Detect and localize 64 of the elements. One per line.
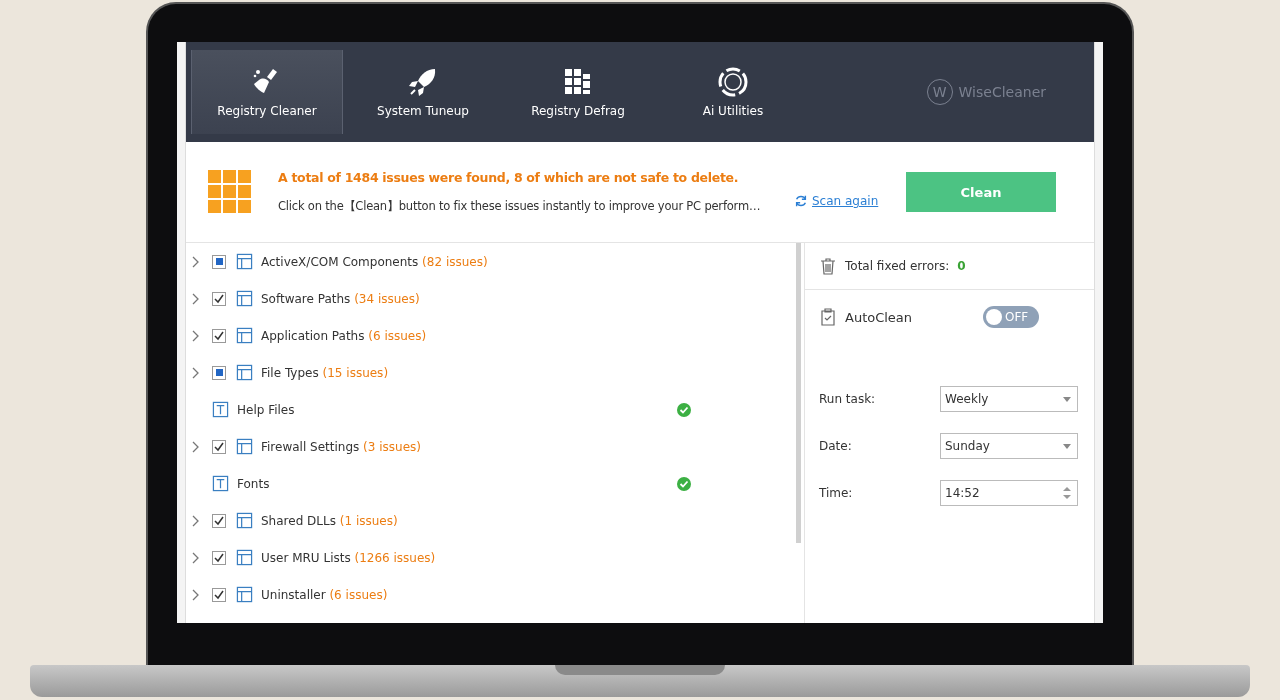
registry-item-icon bbox=[212, 475, 229, 492]
category-label: Software Paths (34 issues) bbox=[261, 291, 420, 306]
field-label: Time: bbox=[819, 486, 854, 500]
time-field[interactable]: 14:52 bbox=[940, 480, 1078, 506]
refresh-icon bbox=[794, 194, 808, 208]
clipboard-check-icon bbox=[819, 308, 837, 326]
scan-result-headline: A total of 1484 issues were found, 8 of which are not safe to delete. bbox=[278, 170, 740, 185]
expand-chevron-icon[interactable] bbox=[192, 551, 200, 564]
registry-item-icon bbox=[212, 401, 229, 418]
registry-item-icon bbox=[236, 438, 253, 455]
dropdown-field[interactable]: Sunday bbox=[940, 433, 1078, 459]
dropdown-caret-icon[interactable] bbox=[1063, 396, 1071, 402]
ai-logo-icon bbox=[717, 66, 749, 98]
expand-chevron-icon[interactable] bbox=[192, 588, 200, 601]
nav-tab[interactable]: System Tuneup bbox=[348, 42, 498, 142]
success-check-icon bbox=[677, 476, 691, 491]
expand-chevron-icon[interactable] bbox=[192, 366, 200, 379]
scrollbar[interactable] bbox=[796, 243, 801, 543]
dropdown-field[interactable]: Weekly bbox=[940, 386, 1078, 412]
registry-item-icon bbox=[236, 364, 253, 381]
category-label: Help Files bbox=[237, 402, 296, 417]
registry-item-icon bbox=[236, 586, 253, 603]
grid-icon bbox=[208, 170, 252, 214]
dropdown-caret-icon[interactable] bbox=[1063, 443, 1071, 449]
fixed-errors-count: 0 bbox=[957, 259, 966, 273]
category-checkbox[interactable] bbox=[212, 291, 226, 306]
trash-icon bbox=[819, 257, 837, 275]
spinner-arrows-icon[interactable] bbox=[1063, 486, 1071, 500]
expand-chevron-icon[interactable] bbox=[192, 440, 200, 453]
registry-item-icon bbox=[236, 512, 253, 529]
registry-item-icon bbox=[236, 290, 253, 307]
nav-tab[interactable]: Ai Utilities bbox=[658, 42, 808, 142]
category-label: Fonts bbox=[237, 476, 271, 491]
field-label: Date: bbox=[819, 439, 853, 453]
category-label: Application Paths (6 issues) bbox=[261, 328, 427, 343]
nav-tab[interactable]: Registry Cleaner bbox=[191, 50, 343, 134]
category-label: User MRU Lists (1266 issues) bbox=[261, 550, 436, 565]
expand-chevron-icon[interactable] bbox=[192, 255, 200, 268]
category-checkbox[interactable] bbox=[212, 254, 226, 269]
registry-item-icon bbox=[236, 327, 253, 344]
category-label: Firewall Settings (3 issues) bbox=[261, 439, 421, 454]
registry-item-icon bbox=[236, 549, 253, 566]
expand-chevron-icon[interactable] bbox=[192, 514, 200, 527]
brand-name: WiseCleaner bbox=[958, 84, 1046, 100]
fixed-errors-label: Total fixed errors: bbox=[845, 259, 950, 273]
registry-item-icon bbox=[236, 253, 253, 270]
category-checkbox[interactable] bbox=[212, 328, 226, 343]
clean-hint: Click on the【Clean】button to fix these issues instantly to improve your PC perform… bbox=[278, 199, 762, 214]
category-checkbox[interactable] bbox=[212, 439, 226, 454]
category-label: ActiveX/COM Components (82 issues) bbox=[261, 254, 488, 269]
category-checkbox[interactable] bbox=[212, 513, 226, 528]
category-label: Shared DLLs (1 issues) bbox=[261, 513, 398, 528]
category-checkbox[interactable] bbox=[212, 365, 226, 380]
category-checkbox[interactable] bbox=[212, 587, 226, 602]
expand-chevron-icon[interactable] bbox=[192, 329, 200, 342]
expand-chevron-icon[interactable] bbox=[192, 292, 200, 305]
nav-tab[interactable]: Registry Defrag bbox=[503, 42, 653, 142]
scan-again-link[interactable]: Scan again bbox=[812, 194, 879, 208]
success-check-icon bbox=[677, 402, 691, 417]
category-label: Uninstaller (6 issues) bbox=[261, 587, 388, 602]
autoclean-label: AutoClean bbox=[845, 309, 914, 325]
category-checkbox[interactable] bbox=[212, 550, 226, 565]
category-label: File Types (15 issues) bbox=[261, 365, 389, 380]
field-label: Run task: bbox=[819, 392, 877, 406]
